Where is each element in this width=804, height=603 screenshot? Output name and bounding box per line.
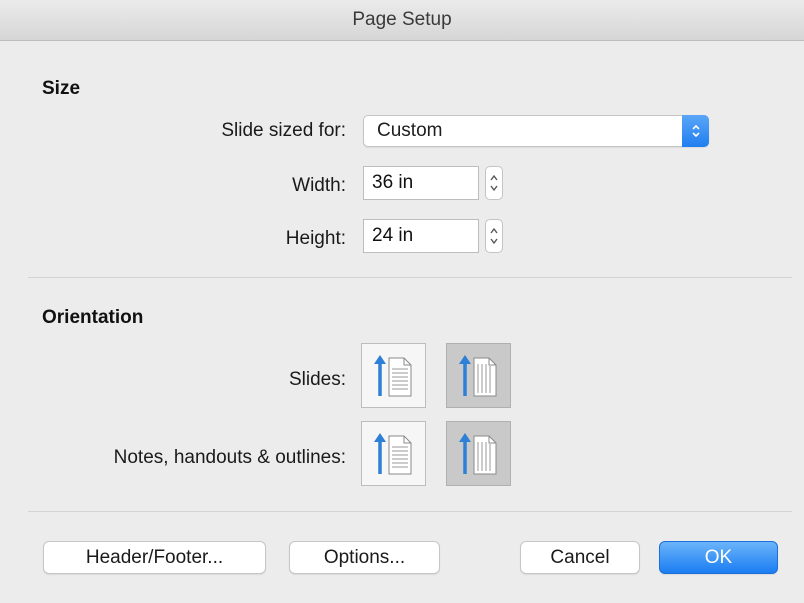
- notes-portrait-button[interactable]: [361, 421, 426, 486]
- landscape-page-icon: [458, 354, 496, 396]
- notes-landscape-button[interactable]: [446, 421, 511, 486]
- height-label: Height:: [285, 228, 346, 249]
- portrait-page-icon: [373, 354, 411, 396]
- page-setup-dialog: Page Setup Size Slide sized for: Custom …: [0, 0, 804, 603]
- height-field[interactable]: 24 in: [363, 219, 479, 253]
- ok-button[interactable]: OK: [659, 541, 778, 574]
- slides-portrait-button[interactable]: [361, 343, 426, 408]
- options-button[interactable]: Options...: [289, 541, 440, 574]
- height-stepper[interactable]: [485, 219, 503, 253]
- stepper-arrows-icon: [490, 227, 498, 245]
- portrait-page-icon: [373, 432, 411, 474]
- slides-orientation-label: Slides:: [288, 369, 346, 390]
- notes-orientation-label: Notes, handouts & outlines:: [113, 447, 346, 468]
- landscape-page-icon: [458, 432, 496, 474]
- orientation-heading: Orientation: [42, 307, 144, 328]
- slide-size-select[interactable]: Custom: [363, 115, 709, 147]
- cancel-button[interactable]: Cancel: [520, 541, 640, 574]
- size-heading: Size: [42, 78, 81, 99]
- stepper-arrows-icon: [490, 174, 498, 192]
- section-divider: [28, 277, 792, 278]
- slide-size-value: Custom: [377, 120, 443, 141]
- slide-sized-for-label: Slide sized for:: [221, 120, 346, 141]
- header-footer-button[interactable]: Header/Footer...: [43, 541, 266, 574]
- width-field[interactable]: 36 in: [363, 166, 479, 200]
- window-title: Page Setup: [0, 0, 804, 41]
- section-divider: [28, 511, 792, 512]
- select-chevron-updown-icon: [682, 115, 709, 147]
- width-stepper[interactable]: [485, 166, 503, 200]
- slides-landscape-button[interactable]: [446, 343, 511, 408]
- width-label: Width:: [292, 175, 346, 196]
